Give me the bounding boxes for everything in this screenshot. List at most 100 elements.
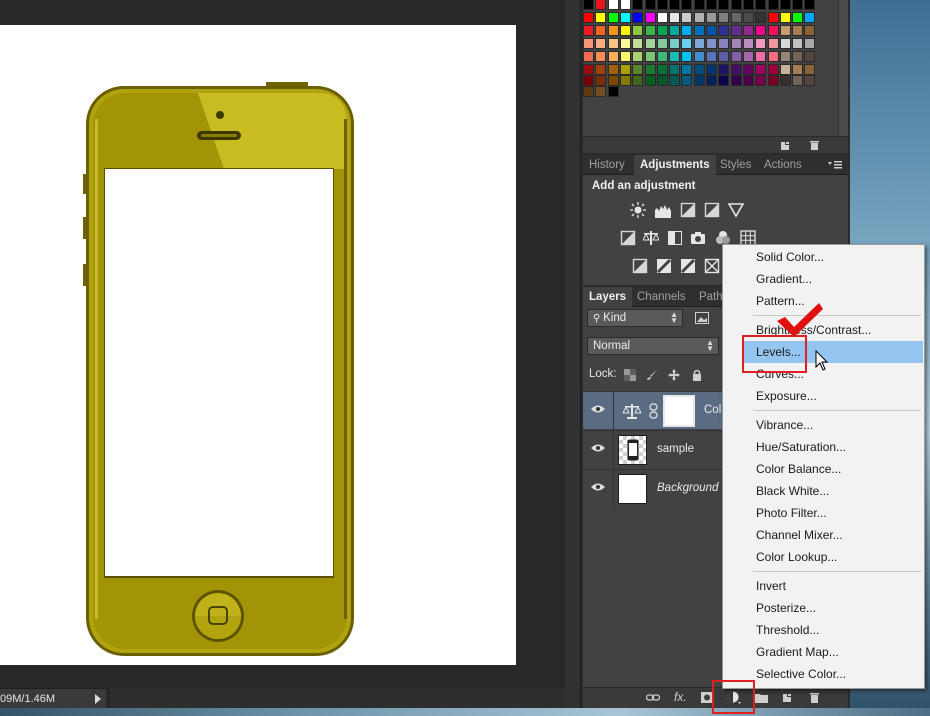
color-swatch[interactable] <box>681 38 693 49</box>
color-swatch[interactable] <box>632 64 644 75</box>
color-swatch[interactable] <box>779 51 791 62</box>
fx-icon[interactable]: fx. <box>674 690 687 704</box>
layer-name[interactable]: Background <box>657 482 718 494</box>
color-swatch[interactable] <box>619 0 631 10</box>
color-swatch[interactable] <box>792 0 804 10</box>
new-swatch-icon[interactable] <box>780 140 791 151</box>
color-swatch[interactable] <box>681 25 693 36</box>
layer-mask-thumbnail[interactable] <box>663 395 695 427</box>
color-swatch[interactable] <box>767 64 779 75</box>
menu-item-threshold[interactable]: Threshold... <box>723 619 924 641</box>
color-swatch[interactable] <box>644 64 656 75</box>
color-swatch[interactable] <box>755 0 767 10</box>
color-swatch[interactable] <box>792 75 804 86</box>
layer-filter-select[interactable]: ⚲ Kind ▲ ▼ <box>587 309 683 327</box>
color-swatch[interactable] <box>681 0 693 10</box>
color-swatch[interactable] <box>607 64 619 75</box>
color-swatch[interactable] <box>792 25 804 36</box>
trash-icon[interactable] <box>809 140 820 151</box>
color-swatch[interactable] <box>656 25 668 36</box>
color-swatch[interactable] <box>742 12 754 23</box>
hue-saturation-icon[interactable] <box>620 230 636 246</box>
color-swatch[interactable] <box>656 12 668 23</box>
horizontal-scrollbar[interactable] <box>110 688 580 708</box>
color-swatch[interactable] <box>583 0 594 10</box>
color-swatch[interactable] <box>681 12 693 23</box>
invert-icon[interactable] <box>632 258 648 274</box>
color-swatch[interactable] <box>730 64 742 75</box>
image-filter-icon[interactable] <box>695 312 709 324</box>
color-swatch[interactable] <box>730 12 742 23</box>
color-swatch[interactable] <box>792 38 804 49</box>
color-swatch[interactable] <box>730 38 742 49</box>
new-layer-icon[interactable] <box>782 692 793 703</box>
color-swatch[interactable] <box>718 0 730 10</box>
color-swatch[interactable] <box>693 51 705 62</box>
color-swatch[interactable] <box>619 25 631 36</box>
brightness-icon[interactable] <box>630 202 646 218</box>
color-swatch[interactable] <box>607 12 619 23</box>
layer-name[interactable]: sample <box>657 443 694 455</box>
color-swatch[interactable] <box>804 64 816 75</box>
color-swatch[interactable] <box>792 64 804 75</box>
tab-channels[interactable]: Channels <box>631 287 692 307</box>
menu-item-posterize[interactable]: Posterize... <box>723 597 924 619</box>
menu-item-photo-filter[interactable]: Photo Filter... <box>723 502 924 524</box>
menu-item-channel-mixer[interactable]: Channel Mixer... <box>723 524 924 546</box>
color-swatch[interactable] <box>595 12 607 23</box>
color-swatch[interactable] <box>669 25 681 36</box>
color-swatch[interactable] <box>583 12 594 23</box>
color-swatch[interactable] <box>669 0 681 10</box>
color-swatch[interactable] <box>804 12 816 23</box>
swatches-scrollbar[interactable] <box>838 0 848 136</box>
menu-item-solid-color[interactable]: Solid Color... <box>723 246 924 268</box>
menu-item-black-white[interactable]: Black White... <box>723 480 924 502</box>
blend-mode-select[interactable]: Normal ▲ ▼ <box>587 337 719 355</box>
color-swatch[interactable] <box>730 0 742 10</box>
posterize-icon[interactable] <box>656 258 672 274</box>
color-swatch[interactable] <box>607 51 619 62</box>
color-swatch[interactable] <box>779 25 791 36</box>
color-swatch[interactable] <box>595 75 607 86</box>
eye-icon[interactable] <box>591 404 605 414</box>
color-swatch[interactable] <box>779 0 791 10</box>
color-swatch[interactable] <box>607 0 619 10</box>
color-swatch[interactable] <box>619 51 631 62</box>
color-swatch[interactable] <box>583 51 594 62</box>
color-swatch[interactable] <box>718 64 730 75</box>
eye-icon[interactable] <box>591 443 605 453</box>
color-swatch[interactable] <box>669 51 681 62</box>
color-swatch[interactable] <box>583 25 594 36</box>
color-swatch[interactable] <box>595 25 607 36</box>
status-menu-arrow-icon[interactable] <box>95 694 101 704</box>
document-canvas[interactable] <box>0 25 516 665</box>
color-swatch[interactable] <box>656 0 668 10</box>
color-swatch[interactable] <box>804 38 816 49</box>
color-swatch[interactable] <box>656 51 668 62</box>
color-swatch[interactable] <box>742 38 754 49</box>
color-swatch[interactable] <box>718 75 730 86</box>
color-swatch[interactable] <box>619 64 631 75</box>
color-swatch[interactable] <box>742 25 754 36</box>
color-swatch[interactable] <box>693 64 705 75</box>
color-swatch[interactable] <box>583 64 594 75</box>
color-swatch[interactable] <box>755 64 767 75</box>
color-swatch[interactable] <box>619 38 631 49</box>
color-swatch[interactable] <box>767 12 779 23</box>
layer-name[interactable]: Col <box>704 404 721 416</box>
folder-icon[interactable] <box>755 692 768 703</box>
color-swatch[interactable] <box>607 86 619 97</box>
color-swatch[interactable] <box>742 64 754 75</box>
tab-adjustments[interactable]: Adjustments <box>634 155 716 175</box>
color-swatch[interactable] <box>706 12 717 23</box>
color-swatch[interactable] <box>730 75 742 86</box>
lock-transparency-icon[interactable] <box>624 369 636 381</box>
photo-filter-icon[interactable] <box>690 230 706 246</box>
color-swatch[interactable] <box>706 64 717 75</box>
color-swatch[interactable] <box>755 38 767 49</box>
color-swatch[interactable] <box>693 38 705 49</box>
color-swatch[interactable] <box>644 75 656 86</box>
lock-move-icon[interactable] <box>668 369 680 381</box>
color-swatch[interactable] <box>767 38 779 49</box>
color-swatch[interactable] <box>792 51 804 62</box>
